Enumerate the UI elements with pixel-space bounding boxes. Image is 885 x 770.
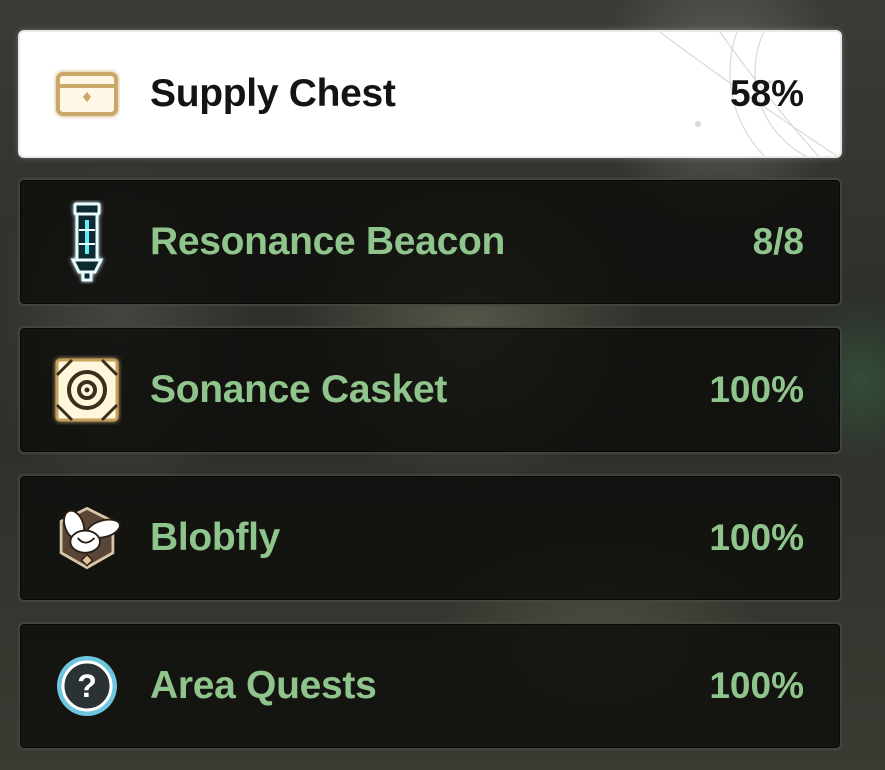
blobfly-icon [50,501,124,575]
row-label: Area Quests [150,664,377,707]
supply-chest-icon [50,57,124,131]
row-supply-chest[interactable]: Supply Chest 58% [18,30,842,158]
row-value: 100% [709,517,804,558]
row-value: 100% [709,665,804,706]
row-label: Blobfly [150,516,281,559]
row-label: Supply Chest [150,72,396,115]
row-value: 8/8 [752,221,804,262]
row-value: 58% [729,73,804,114]
exploration-progress-list: Supply Chest 58% Resonance Beacon 8/8 So… [18,30,842,770]
sonance-casket-icon [50,353,124,427]
row-area-quests[interactable]: ? Area Quests 100% [18,622,842,750]
row-label: Resonance Beacon [150,220,505,263]
area-quests-icon: ? [50,649,124,723]
svg-text:?: ? [77,668,97,704]
row-blobfly[interactable]: Blobfly 100% [18,474,842,602]
row-label: Sonance Casket [150,368,448,411]
row-value: 100% [709,369,804,410]
resonance-beacon-icon [50,202,124,282]
row-sonance-casket[interactable]: Sonance Casket 100% [18,326,842,454]
row-resonance-beacon[interactable]: Resonance Beacon 8/8 [18,178,842,306]
